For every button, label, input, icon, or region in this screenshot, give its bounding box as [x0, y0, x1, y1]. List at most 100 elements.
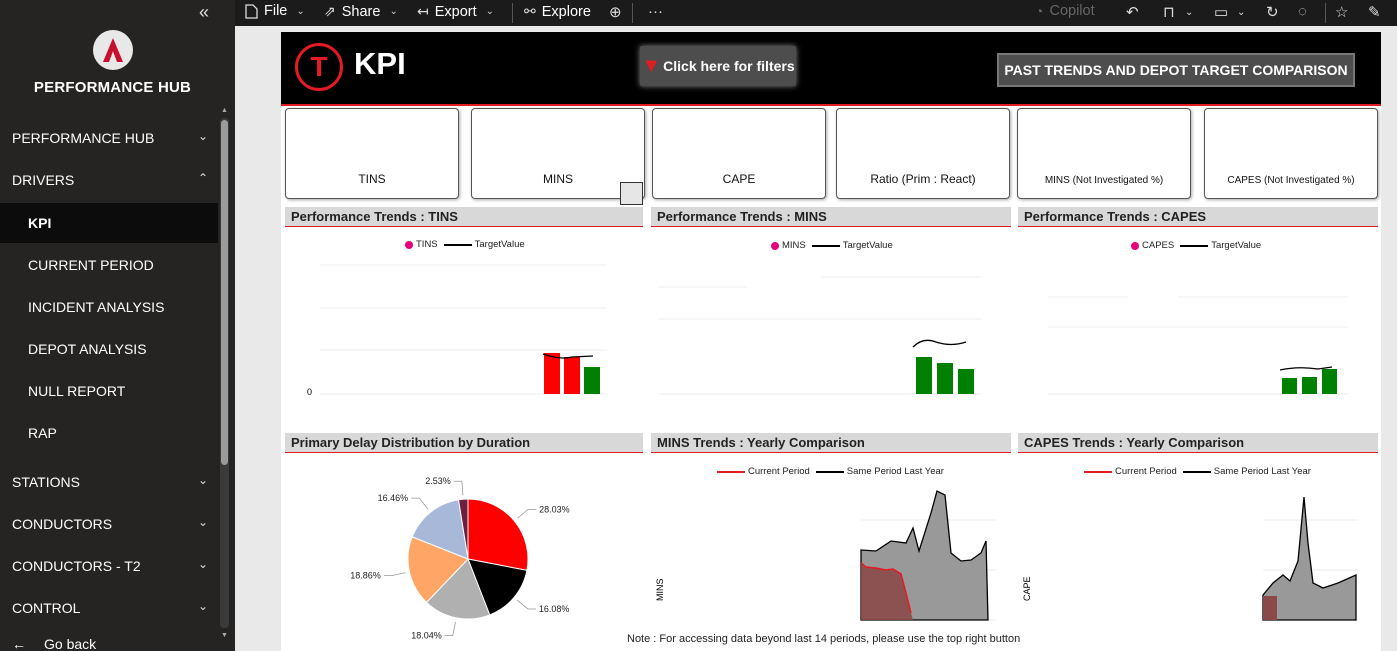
pie-data-label: 16.46% [378, 493, 409, 503]
current-period-area [1263, 596, 1277, 620]
pie-data-label: 18.86% [350, 571, 381, 581]
card-label: MINS (Not Investigated %) [1044, 175, 1164, 186]
binoculars-icon: ⚯ [524, 3, 536, 19]
capes-bar [1282, 378, 1297, 394]
chevron-down-icon: ⌄ [197, 599, 208, 613]
divider [512, 3, 513, 23]
report-header: T KPI ▼ Click here for filters PAST TREND… [281, 32, 1381, 106]
nav-incident-analysis[interactable]: INCIDENT ANALYSIS [0, 287, 218, 327]
kpi-card-capes-not-investigated[interactable]: CAPES (Not Investigated %) [1204, 108, 1378, 199]
pie-leader-line [444, 621, 456, 636]
tins-bar [584, 367, 600, 394]
nav-kpi[interactable]: KPI [0, 203, 218, 243]
nav-rap[interactable]: RAP [0, 413, 218, 453]
pie-leader-line [383, 572, 406, 577]
chevron-down-icon: ⌄ [197, 557, 208, 571]
refresh-icon[interactable]: ↻ [1266, 3, 1279, 21]
comment-icon[interactable]: ◌ [1298, 3, 1307, 20]
pie-data-label: 18.04% [411, 630, 442, 640]
nav-stations[interactable]: STATIONS ⌄ [0, 462, 218, 502]
nav-control[interactable]: CONTROL ⌄ [0, 588, 218, 628]
panel-tins-trends[interactable]: Performance Trends : TINS TINS TargetValu… [285, 207, 643, 426]
nav-label: KPI [28, 215, 52, 231]
tins-chart [320, 264, 607, 395]
nav-label: DEPOT ANALYSIS [28, 341, 147, 357]
share-icon: ⇗ [324, 3, 336, 19]
pie-chart: 28.03% 16.08% 18.04% 18.86% 16.46% 2.53% [350, 476, 570, 640]
capes-yearly-chart [1262, 496, 1358, 621]
panel-capes-yearly[interactable]: CAPES Trends : Yearly Comparison Current… [1018, 433, 1378, 651]
pie-leader-line [516, 599, 536, 610]
file-menu[interactable]: File ⌄ [245, 3, 305, 19]
kpi-card-mins-not-investigated[interactable]: MINS (Not Investigated %) [1017, 108, 1191, 199]
nav-label: CONTROL [12, 600, 81, 616]
sidebar: « PERFORMANCE HUB PERFORMANCE HUB ⌄ DRIVE… [0, 0, 235, 651]
tins-bar [564, 357, 580, 394]
export-menu[interactable]: ↤ Export ⌄ [417, 3, 494, 20]
chevron-down-icon: ⌄ [197, 515, 208, 529]
nav-depot-analysis[interactable]: DEPOT ANALYSIS [0, 329, 218, 369]
company-logo: T [295, 43, 343, 91]
bookmark-icon[interactable]: ⊓ [1163, 3, 1175, 21]
toolbar: File ⌄ ⇗ Share ⌄ ↤ Export ⌄ ⚯ Explore ⊕ ···… [235, 0, 1397, 26]
more-options-button[interactable]: ··· [648, 3, 663, 20]
view-icon[interactable]: ▭ [1214, 3, 1228, 21]
copilot-icon: ◔ [1035, 3, 1044, 19]
chevron-down-icon: ⌄ [485, 6, 495, 17]
explore-button[interactable]: ⚯ Explore [524, 3, 591, 20]
copilot-button[interactable]: ◔ Copilot [1035, 3, 1095, 19]
sidebar-scrollbar[interactable]: ▲ ▼ [220, 107, 229, 639]
mins-bar [958, 369, 974, 394]
panel-primary-delay-pie[interactable]: Primary Delay Distribution by Duration 2… [285, 433, 643, 651]
favorite-star-icon[interactable]: ☆ [1335, 3, 1348, 21]
add-page-icon[interactable]: ⊕ [609, 3, 622, 21]
nav-conductors-t2[interactable]: CONDUCTORS - T2 ⌄ [0, 546, 218, 586]
collapse-sidebar-icon[interactable]: « [199, 2, 209, 23]
card-label: CAPES (Not Investigated %) [1227, 175, 1355, 186]
pie-leader-line [517, 508, 537, 519]
kpi-card-tins[interactable]: TINS [285, 108, 459, 199]
chevron-down-icon[interactable]: ⌄ [1237, 7, 1245, 18]
focus-mode-button[interactable] [620, 182, 643, 205]
nav-null-report[interactable]: NULL REPORT [0, 371, 218, 411]
tins-bar [544, 353, 560, 394]
nav-label: CURRENT PERIOD [28, 257, 154, 273]
filters-button-label: Click here for filters [663, 58, 795, 74]
header-divider [281, 104, 1381, 106]
card-label: MINS [543, 172, 573, 186]
nav-conductors[interactable]: CONDUCTORS ⌄ [0, 504, 218, 544]
copilot-label: Copilot [1049, 3, 1095, 19]
nav-label: NULL REPORT [28, 383, 126, 399]
nav-label: RAP [28, 425, 57, 441]
pie-data-label: 2.53% [425, 476, 451, 486]
divider [632, 3, 633, 23]
nav-drivers[interactable]: DRIVERS ⌃ [0, 160, 218, 200]
panel-mins-trends[interactable]: Performance Trends : MINS MINS TargetValu… [651, 207, 1011, 426]
kpi-card-mins[interactable]: MINS [471, 108, 645, 199]
chevron-down-icon: ⌄ [296, 5, 305, 17]
kpi-card-ratio[interactable]: Ratio (Prim : React) [836, 108, 1010, 199]
go-back-link[interactable]: ← Go back [12, 636, 96, 651]
divider [1325, 3, 1326, 23]
filters-button[interactable]: ▼ Click here for filters [640, 46, 796, 86]
edit-pencil-icon[interactable]: ✎ [1368, 3, 1381, 21]
app-logo [93, 30, 133, 70]
go-back-label: Go back [44, 636, 97, 651]
chevron-down-icon[interactable]: ⌄ [1185, 7, 1193, 18]
past-trends-button[interactable]: PAST TRENDS AND DEPOT TARGET COMPARISON [997, 53, 1355, 87]
nav-label: PERFORMANCE HUB [12, 130, 155, 146]
share-menu[interactable]: ⇗ Share ⌄ [324, 3, 398, 20]
share-label: Share [341, 3, 381, 20]
mins-chart [659, 276, 981, 395]
chevron-down-icon: ⌄ [197, 473, 208, 487]
pie-data-label: 28.03% [539, 504, 570, 514]
nav-performance-hub[interactable]: PERFORMANCE HUB ⌄ [0, 118, 218, 158]
target-line [912, 339, 967, 348]
undo-icon[interactable]: ↶ [1126, 3, 1139, 21]
panel-mins-yearly[interactable]: MINS Trends : Yearly Comparison Current … [651, 433, 1011, 651]
panel-capes-trends[interactable]: Performance Trends : CAPES CAPES TargetVa… [1018, 207, 1378, 426]
chevron-up-icon: ⌃ [197, 171, 208, 185]
nav-current-period[interactable]: CURRENT PERIOD [0, 245, 218, 285]
card-label: CAPE [722, 172, 756, 186]
kpi-card-cape[interactable]: CAPE [652, 108, 826, 199]
